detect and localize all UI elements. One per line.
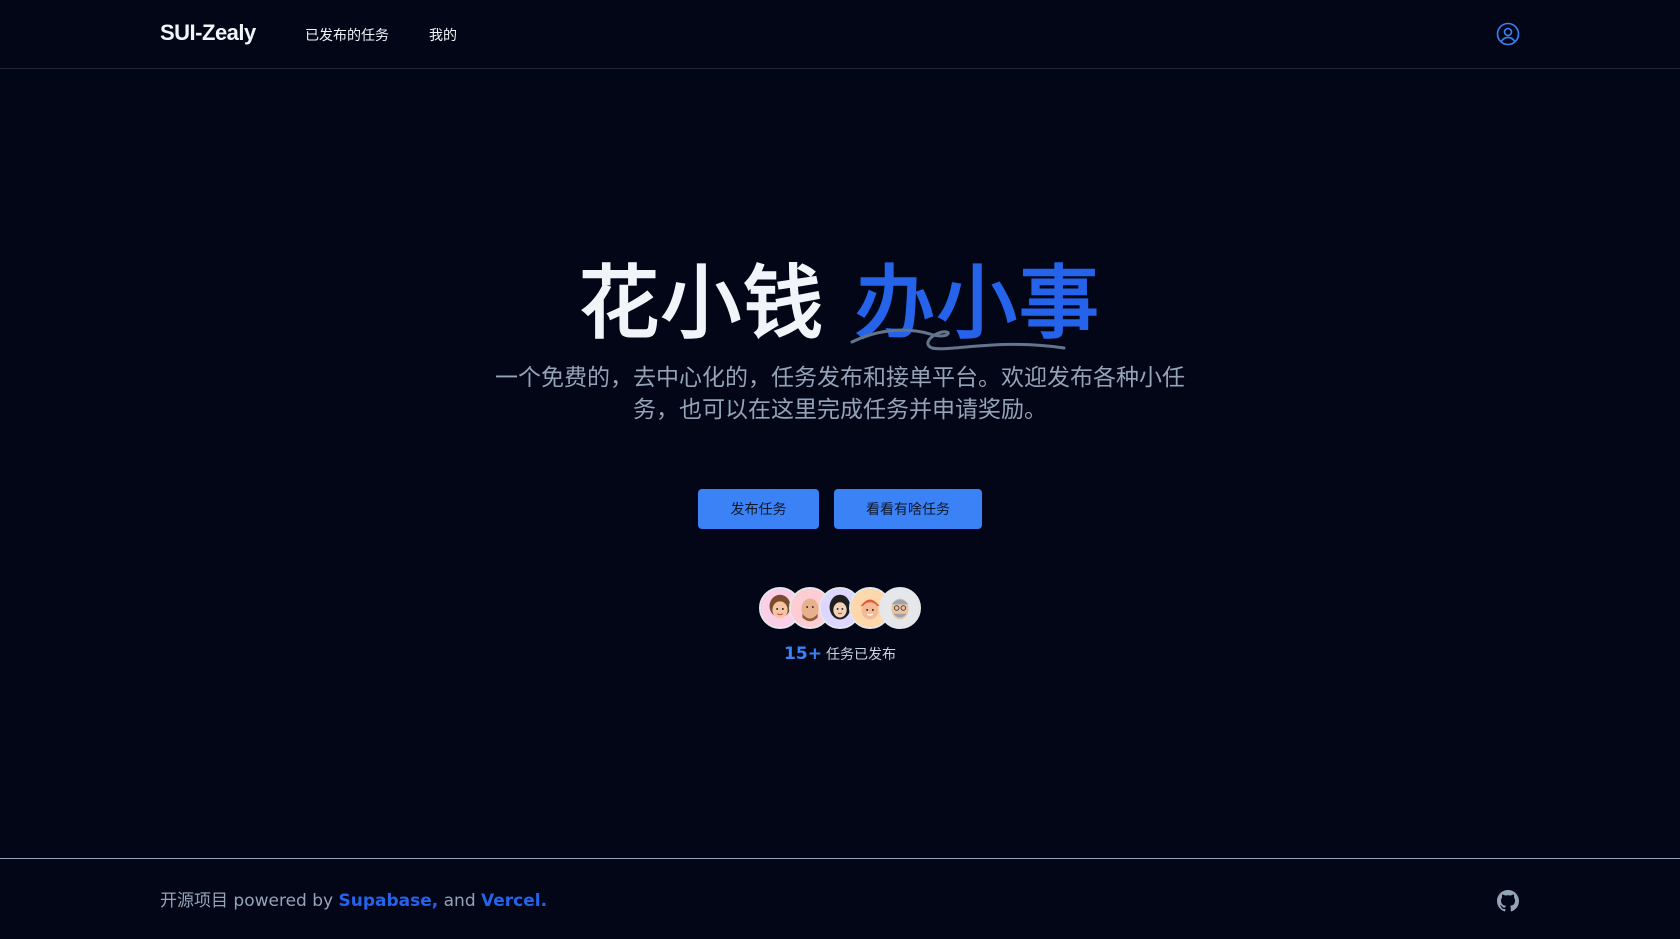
avatar [879, 587, 921, 629]
nav-mine[interactable]: 我的 [429, 25, 457, 45]
footer-and: and [443, 891, 476, 911]
hero-title: 花小钱 办小事 [0, 256, 1680, 352]
github-icon [1497, 890, 1519, 912]
hero-subtitle: 一个免费的，去中心化的，任务发布和接单平台。欢迎发布各种小任务，也可以在这里完成… [495, 365, 1185, 423]
tasks-count-label: 任务已发布 [825, 647, 896, 663]
vercel-link[interactable]: Vercel. [481, 891, 547, 911]
brand-logo[interactable]: SUI-Zealy [160, 20, 256, 46]
supabase-link[interactable]: Supabase, [339, 891, 439, 911]
footer-prefix: 开源项目 powered by [160, 891, 334, 911]
tasks-published-stat: 15+ 任务已发布 [0, 644, 1680, 664]
browse-tasks-button[interactable]: 看看有啥任务 [834, 489, 982, 529]
publish-task-button[interactable]: 发布任务 [698, 489, 819, 529]
top-navbar: SUI-Zealy 已发布的任务 我的 [0, 0, 1680, 69]
footer: 开源项目 powered by Supabase, and Vercel. [0, 858, 1680, 939]
user-account-button[interactable] [1496, 22, 1520, 46]
nav-published-tasks[interactable]: 已发布的任务 [305, 25, 389, 45]
page: SUI-Zealy 已发布的任务 我的 花小钱 办小事 一个免费的，去中心化的，… [0, 0, 1680, 939]
footer-credits: 开源项目 powered by Supabase, and Vercel. [160, 886, 547, 911]
user-circle-icon [1496, 22, 1520, 46]
hero-title-part1: 花小钱 [579, 257, 826, 350]
github-link[interactable] [1497, 890, 1519, 912]
tasks-count: 15+ [784, 644, 822, 664]
hero-title-part2: 办小事 [854, 257, 1101, 350]
